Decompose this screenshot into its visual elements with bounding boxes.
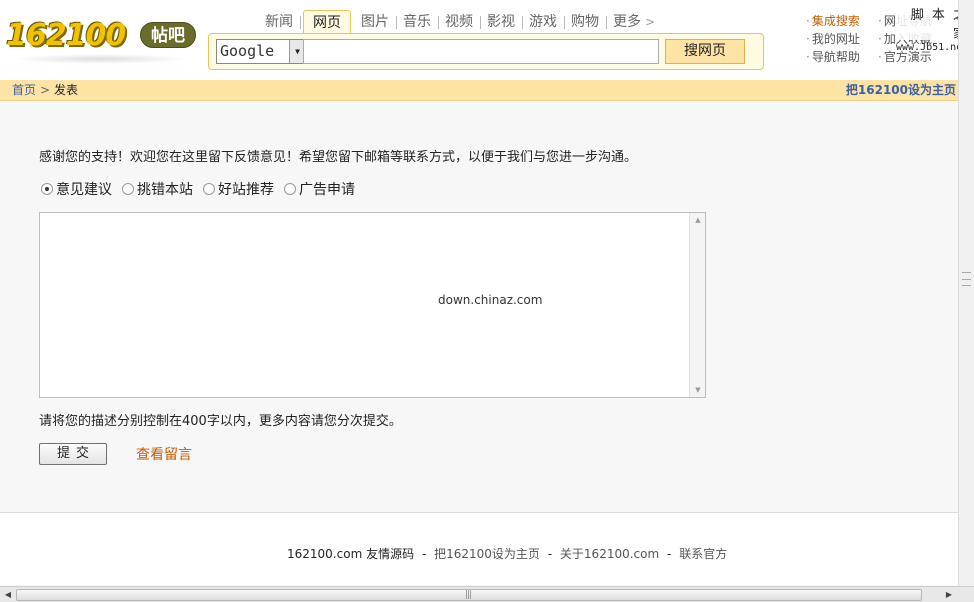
logo-badge: 帖吧	[140, 22, 196, 48]
radio-button[interactable]	[203, 183, 215, 195]
footer-links: 162100.com 友情源码 - 把162100设为主页 - 关于162100…	[287, 545, 727, 562]
radio-ad-request[interactable]: 广告申请	[284, 179, 355, 199]
radio-label: 意见建议	[56, 182, 112, 198]
footer-separator: -	[421, 547, 427, 561]
textarea-scrollbar[interactable]: ▲ ▼	[689, 213, 705, 397]
search-button[interactable]: 搜网页	[665, 39, 745, 64]
breadcrumb-separator-icon: >	[40, 83, 51, 97]
footer-link-about[interactable]: 关于162100.com	[560, 547, 659, 561]
tab-music[interactable]: 音乐	[396, 10, 439, 34]
feedback-type-group: 意见建议 挑错本站 好站推荐 广告申请	[41, 179, 365, 199]
radio-button[interactable]	[122, 183, 134, 195]
scroll-left-icon[interactable]: ◀	[1, 587, 15, 602]
feedback-form: 感谢您的支持！欢迎您在这里留下反馈意见！希望您留下邮箱等联系方式，以便于我们与您…	[0, 102, 958, 512]
logo-text: 162100	[6, 18, 126, 53]
set-homepage-link[interactable]: 把162100设为主页	[846, 80, 956, 101]
quick-link-nav-help[interactable]: 导航帮助	[806, 48, 860, 66]
breadcrumb: 首页 > 发表 把162100设为主页	[0, 80, 958, 101]
header: 162100 帖吧 新闻 网页 图片 音乐 视频 影视 游戏 购物 更多 > Go…	[0, 0, 974, 80]
submit-button[interactable]: 提交	[39, 443, 107, 465]
radio-label: 挑错本站	[137, 182, 193, 198]
tab-news[interactable]: 新闻	[258, 10, 301, 34]
search-input[interactable]	[303, 39, 659, 64]
footer-link-friend-source[interactable]: 友情源码	[366, 547, 414, 561]
radio-button[interactable]	[41, 183, 53, 195]
scroll-grip-icon[interactable]	[962, 272, 971, 286]
search-tabs: 新闻 网页 图片 音乐 视频 影视 游戏 购物 更多 >	[258, 10, 662, 36]
logo-shadow	[10, 54, 190, 64]
form-intro: 感谢您的支持！欢迎您在这里留下反馈意见！希望您留下邮箱等联系方式，以便于我们与您…	[39, 150, 638, 165]
scroll-thumb-grip-icon: |||	[465, 590, 472, 600]
radio-recommend-site[interactable]: 好站推荐	[203, 179, 274, 199]
tab-more[interactable]: 更多 >	[606, 10, 662, 34]
tab-shopping[interactable]: 购物	[564, 10, 607, 34]
horizontal-scrollbar[interactable]: ◀ ||| ▶	[0, 586, 974, 602]
quick-link-integrated-search[interactable]: 集成搜索	[806, 12, 860, 30]
footer-link-set-home[interactable]: 把162100设为主页	[434, 547, 540, 561]
vertical-scrollbar[interactable]	[958, 0, 974, 586]
radio-suggestion[interactable]: 意见建议	[41, 179, 112, 199]
radio-button[interactable]	[284, 183, 296, 195]
search-engine-select[interactable]: Google ▼	[216, 39, 306, 64]
tab-images[interactable]: 图片	[354, 10, 397, 34]
chevron-right-icon: >	[645, 15, 656, 29]
scroll-down-icon[interactable]: ▼	[690, 383, 706, 397]
quick-link-my-urls[interactable]: 我的网址	[806, 30, 860, 48]
tab-video[interactable]: 视频	[438, 10, 481, 34]
footer-separator: -	[547, 547, 553, 561]
footer-site[interactable]: 162100.com	[287, 547, 362, 561]
feedback-textarea[interactable]: down.chinaz.com ▲ ▼	[39, 212, 706, 398]
scroll-right-icon[interactable]: ▶	[942, 587, 956, 602]
breadcrumb-home-link[interactable]: 首页	[12, 80, 36, 101]
quick-links-col1: 集成搜索 我的网址 导航帮助	[806, 12, 860, 66]
search-box: Google ▼ 搜网页	[208, 33, 764, 70]
footer: 162100.com 友情源码 - 把162100设为主页 - 关于162100…	[0, 513, 958, 585]
search-engine-value: Google	[220, 42, 275, 60]
breadcrumb-current: 发表	[54, 83, 79, 97]
radio-report-error[interactable]: 挑错本站	[122, 179, 193, 199]
length-hint: 请将您的描述分别控制在400字以内，更多内容请您分次提交。	[39, 414, 402, 429]
footer-separator: -	[667, 547, 672, 561]
tab-games[interactable]: 游戏	[522, 10, 565, 34]
tab-more-label: 更多	[613, 14, 641, 30]
textarea-watermark: down.chinaz.com	[438, 293, 543, 307]
scroll-up-icon[interactable]: ▲	[690, 213, 706, 227]
site-logo[interactable]: 162100 帖吧	[6, 16, 196, 66]
radio-label: 广告申请	[299, 182, 355, 198]
radio-label: 好站推荐	[218, 182, 274, 198]
view-messages-link[interactable]: 查看留言	[136, 444, 192, 464]
tab-movies[interactable]: 影视	[480, 10, 523, 34]
footer-link-contact[interactable]: 联系官方	[679, 547, 727, 561]
